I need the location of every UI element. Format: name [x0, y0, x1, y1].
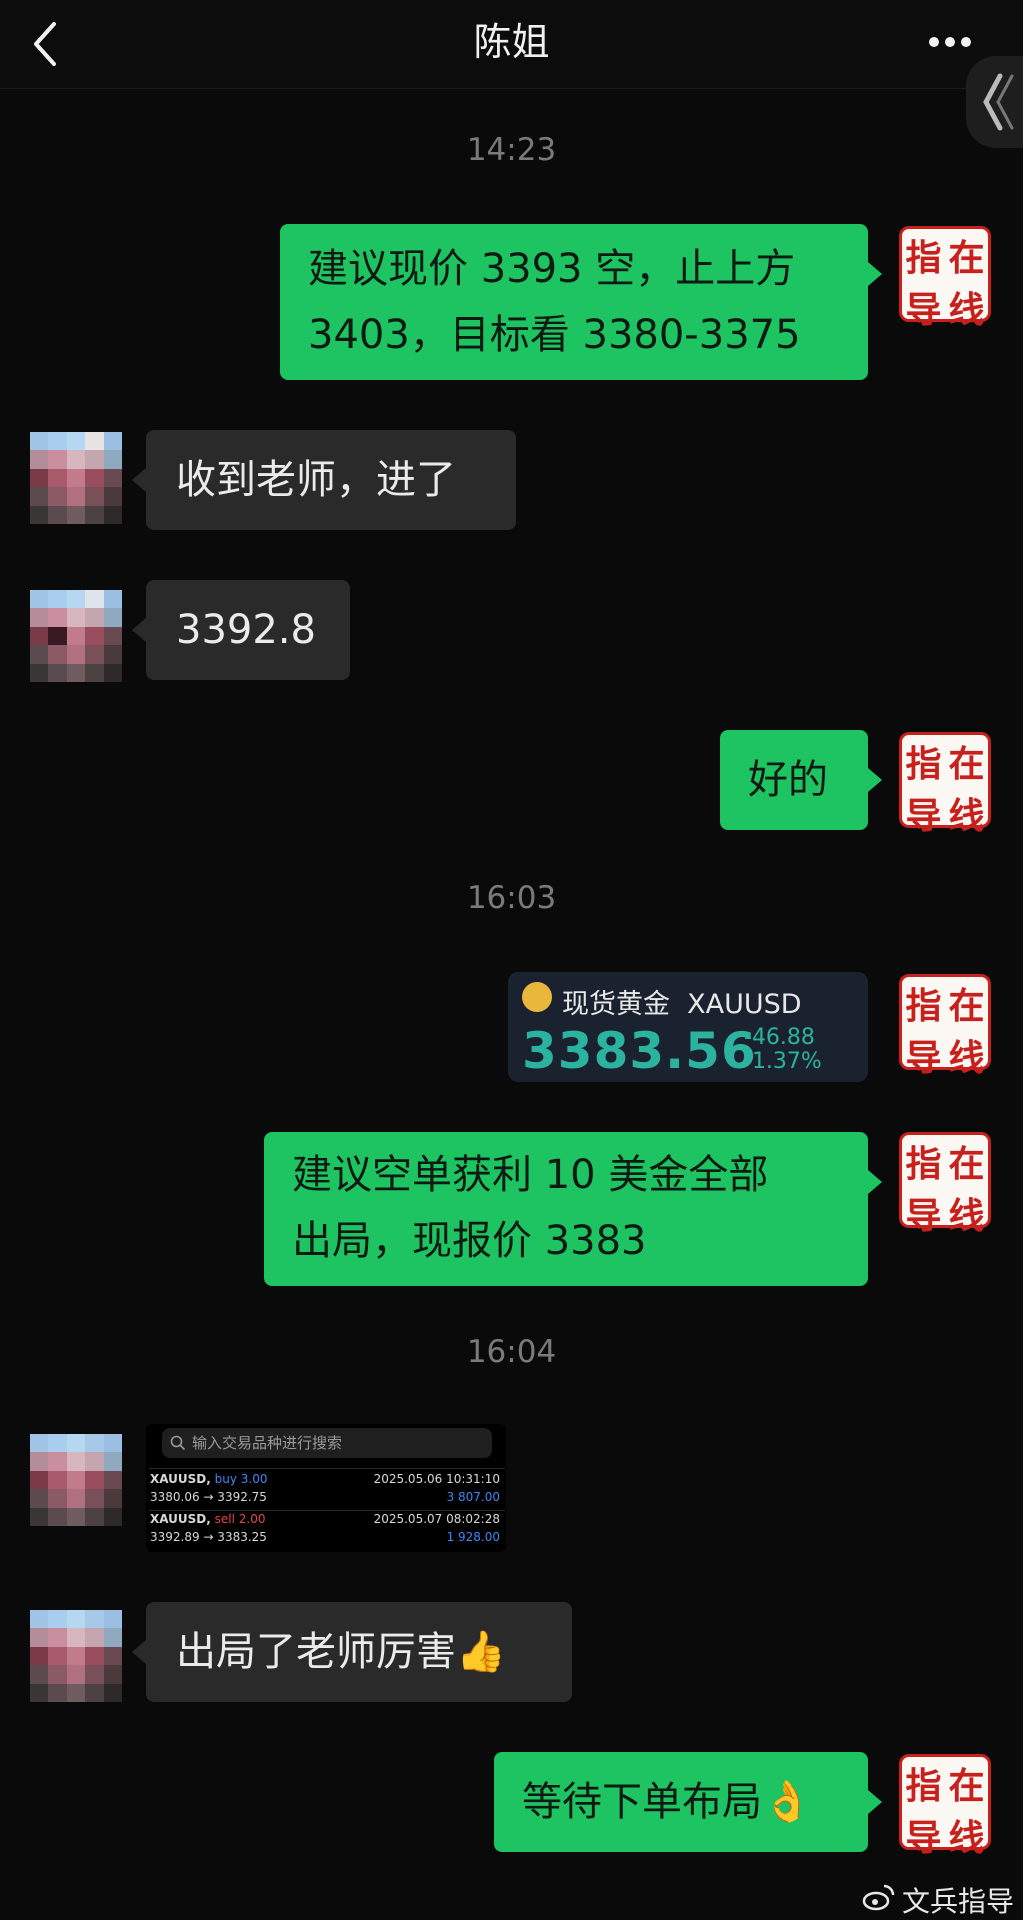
quote-symbol: XAUUSD — [687, 989, 802, 1020]
message-bubble-outgoing[interactable]: 建议空单获利 10 美金全部 出局，现报价 3383 — [264, 1132, 882, 1286]
timestamp: 16:03 — [466, 880, 557, 916]
message-text: 收到老师，进了 — [176, 457, 456, 503]
trade-date: 2025.05.06 10:31:10 — [373, 1472, 500, 1486]
search-icon — [170, 1435, 186, 1451]
avatar-seal[interactable]: 指在 导线 — [899, 732, 991, 837]
trade-prices: 3380.06 → 3392.75 — [150, 1490, 267, 1504]
watermark-text: 文兵指导 — [902, 1885, 1015, 1918]
message-text-line: 建议空单获利 10 美金全部 — [292, 1152, 769, 1198]
avatar[interactable] — [30, 432, 122, 524]
quote-title: 现货黄金 XAUUSD — [562, 982, 802, 1021]
seal-char: 指 — [905, 1143, 942, 1185]
avatar[interactable] — [30, 1434, 122, 1526]
chat-title: 陈姐 — [473, 20, 550, 64]
seal-char: 指 — [905, 985, 942, 1027]
seal-char: 在 — [948, 1765, 985, 1807]
trade-row: XAUUSD, buy 3.00 2025.05.06 10:31:10 338… — [146, 1472, 506, 1508]
seal-char: 在 — [948, 985, 985, 1027]
seal-char: 导 — [905, 1037, 942, 1079]
seal-char: 指 — [905, 743, 942, 785]
seal-char: 在 — [948, 237, 985, 279]
quote-name: 现货黄金 — [562, 989, 670, 1020]
message-text: 等待下单布局👌 — [522, 1779, 812, 1825]
trade-profit: 1 928.00 — [446, 1530, 500, 1544]
message-text-line: 3403，目标看 3380-3375 — [308, 312, 801, 358]
timestamp: 14:23 — [466, 132, 557, 168]
seal-char: 线 — [948, 1195, 985, 1237]
search-bar: 输入交易品种进行搜索 — [162, 1428, 492, 1458]
quote-change: -46.88 -1.37% — [744, 1026, 822, 1074]
avatar-seal[interactable]: 指在 导线 — [899, 1754, 991, 1859]
trade-profit: 3 807.00 — [446, 1490, 500, 1504]
seal-char: 在 — [948, 1143, 985, 1185]
avatar-seal[interactable]: 指在 导线 — [899, 1132, 991, 1237]
trade-side: buy 3.00 — [214, 1472, 268, 1486]
avatar-seal[interactable]: 指在 导线 — [899, 974, 991, 1079]
message-text: 出局了老师厉害👍 — [176, 1629, 506, 1675]
seal-char: 线 — [948, 795, 985, 837]
more-dots-icon — [929, 37, 971, 47]
trade-history-image[interactable]: 输入交易品种进行搜索 XAUUSD, buy 3.00 2025.05.06 1… — [146, 1424, 506, 1552]
seal-char: 线 — [948, 289, 985, 331]
message-text: 3392.8 — [176, 607, 316, 653]
timestamp: 16:04 — [466, 1334, 557, 1370]
message-bubble-incoming[interactable]: 3392.8 — [132, 580, 350, 680]
quote-price: 3383.56 — [522, 1022, 757, 1080]
message-bubble-outgoing[interactable]: 好的 — [720, 730, 882, 830]
trade-prices: 3392.89 → 3383.25 — [150, 1530, 267, 1544]
message-bubble-incoming[interactable]: 出局了老师厉害👍 — [132, 1602, 572, 1702]
quote-change-pct: -1.37% — [744, 1049, 822, 1074]
message-bubble-incoming[interactable]: 收到老师，进了 — [132, 430, 516, 530]
avatar[interactable] — [30, 590, 122, 682]
trade-date: 2025.05.07 08:02:28 — [373, 1512, 500, 1526]
seal-char: 指 — [905, 1765, 942, 1807]
divider — [149, 1510, 505, 1511]
message-text-line: 建议现价 3393 空，止上方 — [308, 246, 796, 292]
more-button[interactable] — [926, 32, 974, 52]
seal-char: 线 — [948, 1037, 985, 1079]
search-placeholder: 输入交易品种进行搜索 — [192, 1434, 343, 1452]
trade-side: sell 2.00 — [214, 1512, 266, 1526]
trade-symbol: XAUUSD, — [150, 1472, 211, 1486]
seal-char: 导 — [905, 1817, 942, 1859]
seal-char: 导 — [905, 795, 942, 837]
seal-char: 指 — [905, 237, 942, 279]
quote-change-value: -46.88 — [744, 1025, 815, 1050]
seal-char: 在 — [948, 743, 985, 785]
seal-char: 导 — [905, 289, 942, 331]
weibo-logo-icon — [862, 1880, 896, 1914]
trade-row: XAUUSD, sell 2.00 2025.05.07 08:02:28 33… — [146, 1512, 506, 1548]
avatar[interactable] — [30, 1610, 122, 1702]
gold-quote-card[interactable]: 现货黄金 XAUUSD 3383.56 -46.88 -1.37% — [508, 972, 868, 1082]
message-text-line: 出局，现报价 3383 — [292, 1218, 647, 1264]
message-bubble-outgoing[interactable]: 等待下单布局👌 — [494, 1752, 882, 1852]
seal-char: 线 — [948, 1817, 985, 1859]
divider — [149, 1468, 505, 1469]
gold-icon — [522, 982, 552, 1012]
seal-char: 导 — [905, 1195, 942, 1237]
message-text: 好的 — [748, 757, 828, 803]
avatar-seal[interactable]: 指在 导线 — [899, 226, 991, 331]
message-bubble-outgoing[interactable]: 建议现价 3393 空，止上方 3403，目标看 3380-3375 — [280, 224, 882, 380]
trade-symbol: XAUUSD, — [150, 1512, 211, 1526]
